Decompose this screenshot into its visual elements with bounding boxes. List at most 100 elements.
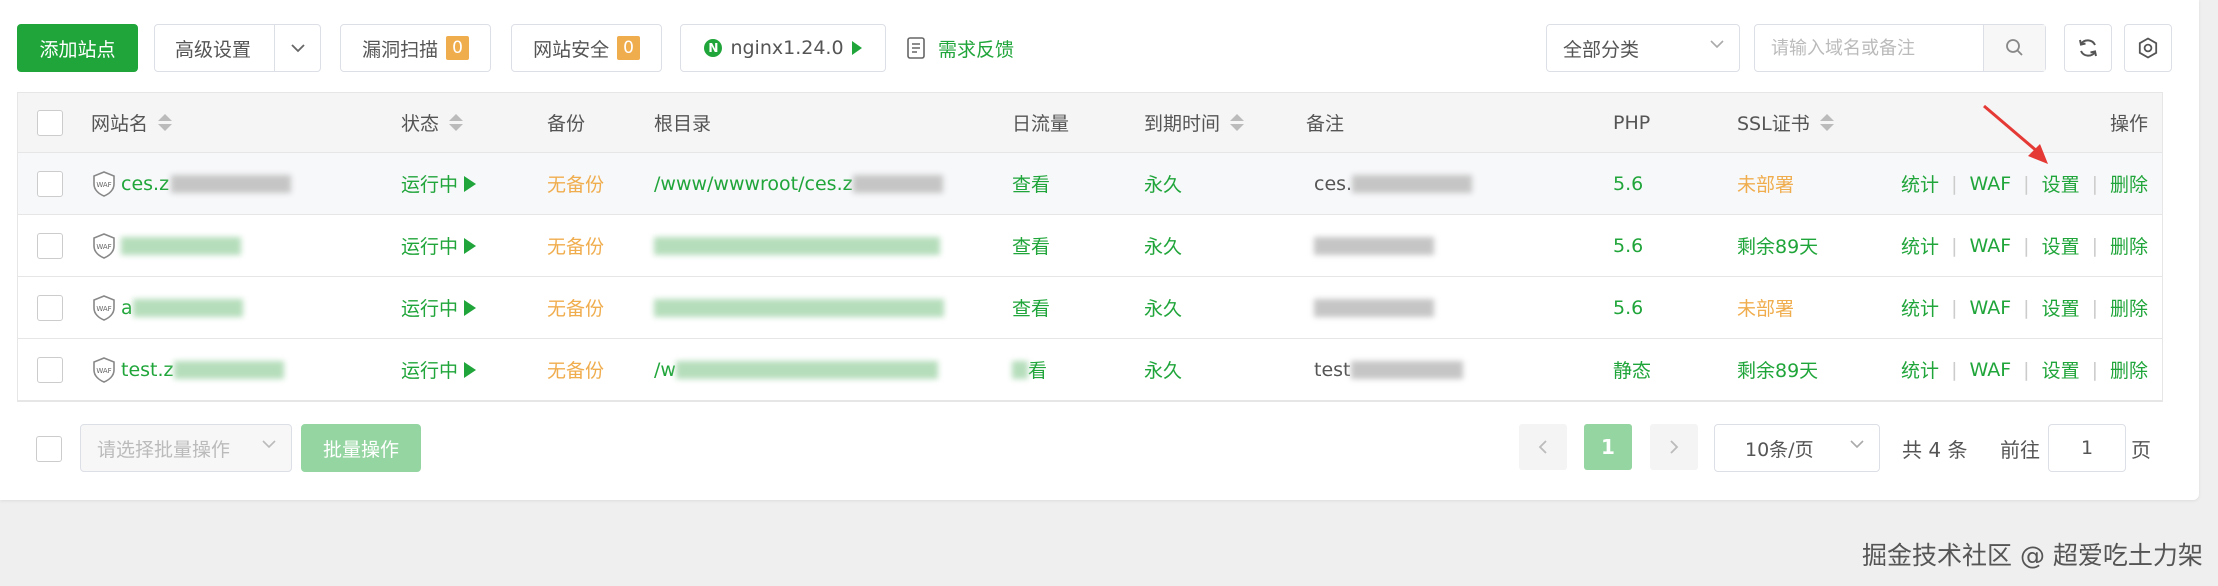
play-icon <box>464 175 477 192</box>
root-link[interactable] <box>654 277 944 338</box>
backup-link[interactable]: 无备份 <box>547 339 604 400</box>
total-count: 共 4 条 <box>1902 437 1968 462</box>
batch-operation-button[interactable]: 批量操作 <box>301 424 421 472</box>
status-label: 运行中 <box>401 298 459 320</box>
add-site-button[interactable]: 添加站点 <box>17 24 138 72</box>
backup-link[interactable]: 无备份 <box>547 215 604 276</box>
waf-link[interactable]: WAF <box>1969 297 2011 319</box>
backup-link[interactable]: 无备份 <box>547 153 604 214</box>
status-label: 运行中 <box>401 236 459 258</box>
page-size-select[interactable]: 10条/页 <box>1714 424 1880 472</box>
waf-link[interactable]: WAF <box>1969 173 2011 195</box>
stats-link[interactable]: 统计 <box>1901 294 1939 321</box>
svg-text:WAF: WAF <box>96 367 111 375</box>
search-input[interactable] <box>1755 25 1983 71</box>
site-name-link[interactable]: WAF test.z <box>91 339 284 400</box>
sort-icon <box>1230 114 1245 131</box>
site-table: 网站名 状态 备份 根目录 日流量 到期时间 备注 PHP SSL证书 操作 W… <box>17 92 2163 402</box>
vuln-count-badge: 0 <box>446 36 469 60</box>
delete-link[interactable]: 删除 <box>2110 170 2148 197</box>
root-link[interactable]: /www/wwwroot/ces.z <box>654 153 943 214</box>
ssl-link[interactable]: 剩余89天 <box>1737 339 1818 400</box>
status-toggle[interactable]: 运行中 <box>401 215 477 276</box>
waf-link[interactable]: WAF <box>1969 359 2011 381</box>
svg-text:WAF: WAF <box>96 181 111 189</box>
stats-link[interactable]: 统计 <box>1901 356 1939 383</box>
column-status[interactable]: 状态 <box>401 93 464 152</box>
column-expire[interactable]: 到期时间 <box>1144 93 1245 152</box>
vuln-scan-button[interactable]: 漏洞扫描 0 <box>340 24 491 72</box>
remark-cell[interactable] <box>1314 215 1434 276</box>
php-link[interactable]: 5.6 <box>1613 277 1643 338</box>
row-checkbox[interactable] <box>37 232 63 259</box>
redacted-text <box>1352 174 1473 193</box>
root-link[interactable] <box>654 215 940 276</box>
waf-link[interactable]: WAF <box>1969 235 2011 257</box>
stats-link[interactable]: 统计 <box>1901 170 1939 197</box>
goto-page-input[interactable]: 1 <box>2048 424 2126 472</box>
prev-page-button[interactable] <box>1519 424 1567 470</box>
stats-link[interactable]: 统计 <box>1901 232 1939 259</box>
remark-cell[interactable] <box>1314 277 1434 338</box>
status-toggle[interactable]: 运行中 <box>401 277 477 338</box>
page-1-button[interactable]: 1 <box>1584 424 1632 470</box>
column-site-name[interactable]: 网站名 <box>91 93 173 152</box>
batch-select-checkbox[interactable] <box>36 436 62 462</box>
remark-cell[interactable]: test <box>1314 339 1463 400</box>
traffic-link[interactable]: 看 <box>1012 339 1047 400</box>
expire-link[interactable]: 永久 <box>1144 153 1182 214</box>
chevron-down-icon <box>262 440 276 449</box>
ssl-link[interactable]: 未部署 <box>1737 277 1794 338</box>
row-checkbox[interactable] <box>37 356 63 383</box>
traffic-link[interactable]: 查看 <box>1012 277 1050 338</box>
site-security-button[interactable]: 网站安全 0 <box>511 24 662 72</box>
expire-link[interactable]: 永久 <box>1144 215 1182 276</box>
svg-text:WAF: WAF <box>96 305 111 313</box>
settings-link[interactable]: 设置 <box>2042 356 2080 383</box>
select-all-checkbox[interactable] <box>37 109 63 136</box>
settings-link[interactable]: 设置 <box>2042 232 2080 259</box>
advanced-settings-dropdown[interactable]: 高级设置 <box>154 24 321 72</box>
status-toggle[interactable]: 运行中 <box>401 153 477 214</box>
next-page-button[interactable] <box>1650 424 1698 470</box>
nginx-button[interactable]: N nginx1.24.0 <box>680 24 886 72</box>
row-checkbox[interactable] <box>37 294 63 321</box>
row-checkbox[interactable] <box>37 170 63 197</box>
search-button[interactable] <box>1983 25 2045 71</box>
delete-link[interactable]: 删除 <box>2110 356 2148 383</box>
site-name-link[interactable]: WAF a <box>91 277 243 338</box>
column-ssl[interactable]: SSL证书 <box>1737 93 1834 152</box>
remark-cell[interactable]: ces. <box>1314 153 1473 214</box>
settings-button[interactable] <box>2124 24 2172 72</box>
delete-link[interactable]: 删除 <box>2110 294 2148 321</box>
feedback-link[interactable]: 需求反馈 <box>906 24 1014 72</box>
ssl-link[interactable]: 未部署 <box>1737 153 1794 214</box>
php-link[interactable]: 5.6 <box>1613 153 1643 214</box>
category-select[interactable]: 全部分类 <box>1546 24 1740 72</box>
site-name-link[interactable]: WAF ces.z <box>91 153 292 214</box>
redacted-text <box>132 298 243 317</box>
settings-link[interactable]: 设置 <box>2042 294 2080 321</box>
batch-operation-select[interactable]: 请选择批量操作 <box>80 424 292 472</box>
chevron-down-icon[interactable] <box>274 25 320 71</box>
expire-link[interactable]: 永久 <box>1144 277 1182 338</box>
expire-link[interactable]: 永久 <box>1144 339 1182 400</box>
remark-text: test <box>1314 358 1351 381</box>
delete-link[interactable]: 删除 <box>2110 232 2148 259</box>
feedback-label: 需求反馈 <box>938 38 1015 61</box>
settings-link[interactable]: 设置 <box>2042 170 2080 197</box>
php-link[interactable]: 5.6 <box>1613 215 1643 276</box>
refresh-button[interactable] <box>2064 24 2112 72</box>
status-toggle[interactable]: 运行中 <box>401 339 477 400</box>
ssl-link[interactable]: 剩余89天 <box>1737 215 1818 276</box>
site-name-link[interactable]: WAF <box>91 215 241 276</box>
traffic-link[interactable]: 查看 <box>1012 215 1050 276</box>
traffic-link[interactable]: 查看 <box>1012 153 1050 214</box>
backup-link[interactable]: 无备份 <box>547 277 604 338</box>
site-security-label: 网站安全 <box>533 38 610 61</box>
php-link[interactable]: 静态 <box>1613 339 1651 400</box>
row-actions: 统计 | WAF | 设置 | 删除 <box>1901 215 2148 276</box>
advanced-settings-label: 高级设置 <box>175 38 252 61</box>
root-link[interactable]: /w <box>654 339 938 400</box>
redacted-text <box>1314 298 1434 317</box>
